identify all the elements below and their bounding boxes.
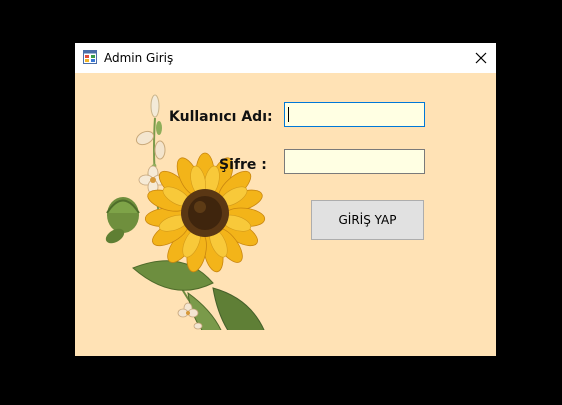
close-icon [475, 52, 487, 64]
close-button[interactable] [466, 43, 496, 73]
username-input[interactable] [284, 102, 425, 127]
text-cursor [288, 107, 289, 122]
window-title: Admin Giriş [104, 51, 174, 65]
password-label: Şifre : [219, 157, 267, 173]
login-button[interactable]: GİRİŞ YAP [311, 200, 424, 240]
windows-form-icon [83, 50, 97, 64]
username-label: Kullanıcı Adı: [169, 109, 273, 125]
title-bar[interactable]: Admin Giriş [75, 43, 496, 73]
admin-login-window: Admin Giriş Kullanıcı Adı: Şifre: GİRİŞ… [75, 43, 496, 356]
password-input[interactable] [284, 149, 425, 174]
